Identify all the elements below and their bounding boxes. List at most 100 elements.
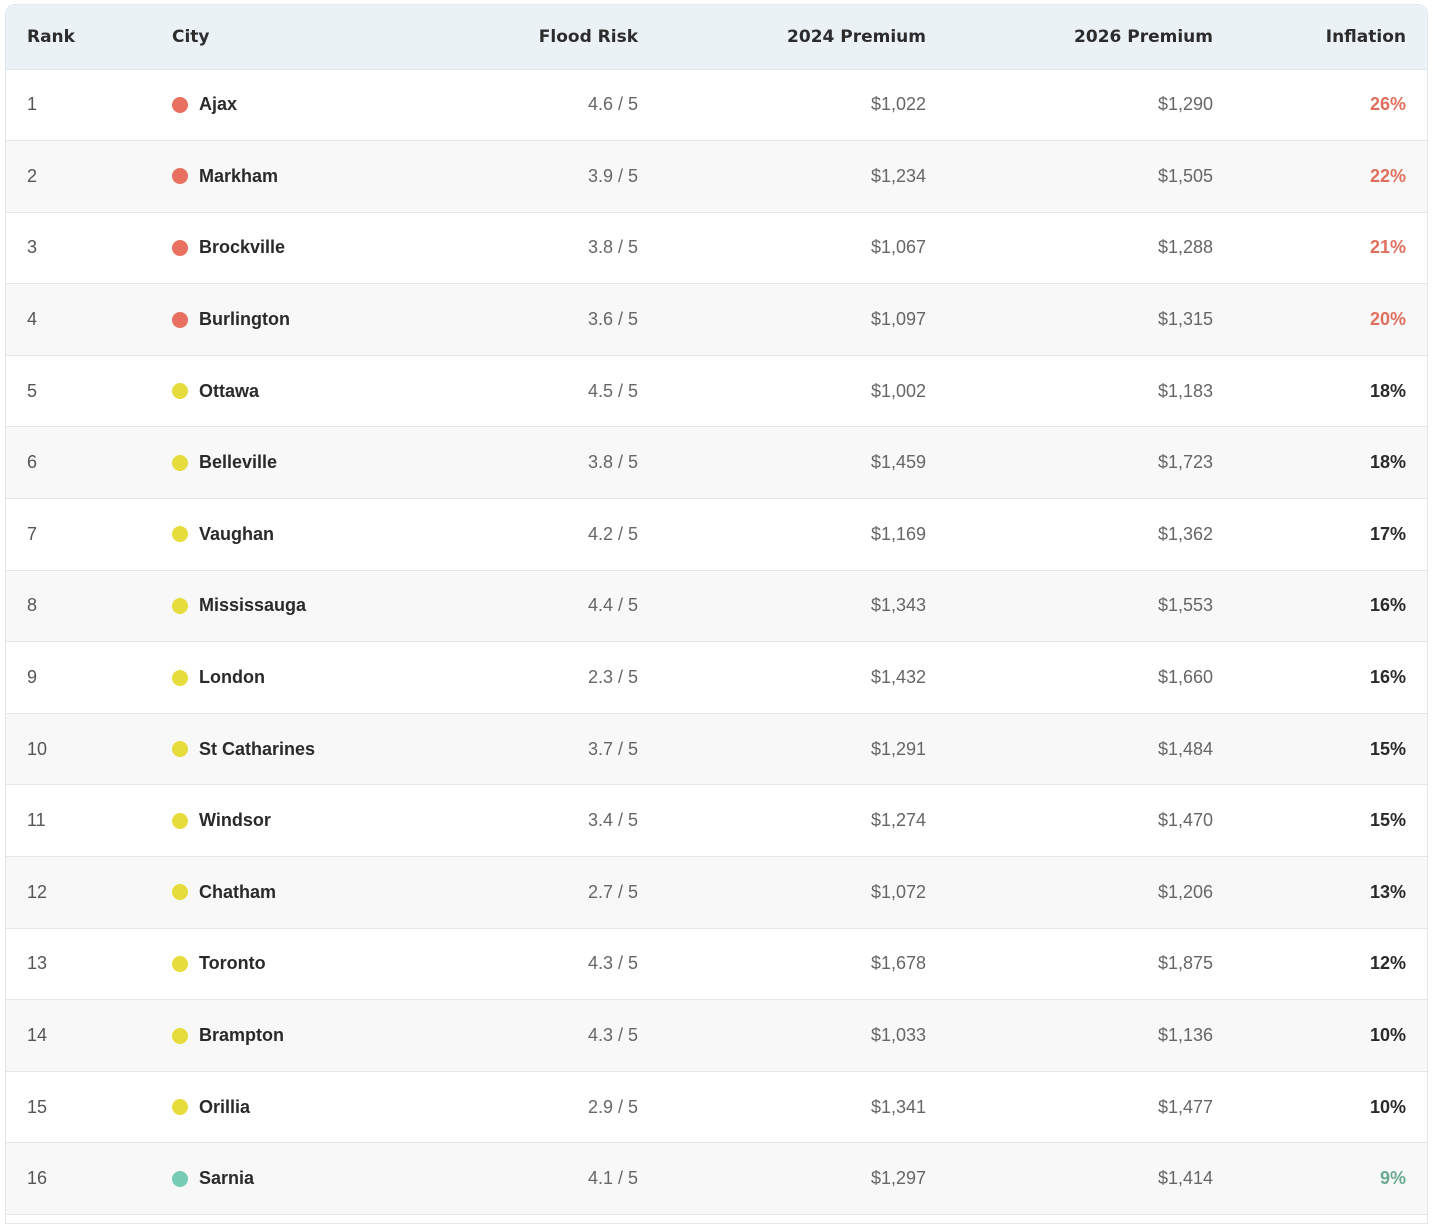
premium-2024-cell: $1,274 (870, 810, 926, 831)
city-cell-content: Mississauga (172, 595, 472, 616)
city-cell-content: Ottawa (172, 381, 472, 402)
table-row: 16 Sarnia 4.1 / 5 $1,297 $1,414 9% (6, 1142, 1427, 1215)
city-cell: Windsor (172, 785, 472, 857)
flood-risk-cell: 4.6 / 5 (587, 94, 638, 115)
city-cell-content: Chatham (172, 882, 472, 903)
premium-2026-cell: $1,875 (1157, 953, 1213, 974)
city-name: Brockville (199, 237, 286, 258)
risk-level-dot-icon (172, 1170, 188, 1187)
rank-cell: 5 (27, 380, 38, 401)
city-name: Mississauga (199, 595, 307, 616)
rank-cell: 16 (27, 1168, 48, 1189)
rank-cell: 2 (27, 165, 38, 186)
premium-2026-cell: $1,553 (1157, 595, 1213, 616)
premium-2026-cell: $1,183 (1157, 380, 1213, 401)
flood-risk-cell: 3.8 / 5 (587, 237, 638, 258)
flood-risk-cell: 4.3 / 5 (587, 1025, 638, 1046)
table-header: Rank City Flood Risk 2024 Premium 2026 P… (6, 5, 1427, 70)
risk-level-dot-icon (172, 955, 188, 972)
flood-risk-cell: 4.4 / 5 (587, 595, 638, 616)
premium-2024-cell: $1,033 (870, 1025, 926, 1046)
risk-level-dot-icon (172, 812, 188, 829)
flood-risk-cell: 2.7 / 5 (587, 881, 638, 902)
premium-2024-cell: $1,072 (870, 881, 926, 902)
inflation-cell: 20% (1369, 309, 1406, 330)
premium-2026-cell: $1,660 (1157, 667, 1213, 688)
premium-2024-cell: $1,343 (870, 595, 926, 616)
header-flood-risk[interactable]: Flood Risk (472, 5, 638, 70)
city-cell: London (172, 642, 472, 714)
header-2024-premium[interactable]: 2024 Premium (638, 5, 926, 70)
premium-2026-cell: $1,136 (1157, 1025, 1213, 1046)
premium-2024-cell: $1,341 (870, 1096, 926, 1117)
premium-2026-cell: $1,505 (1157, 165, 1213, 186)
flood-risk-cell: 3.6 / 5 (587, 309, 638, 330)
premium-2026-cell: $1,414 (1157, 1168, 1213, 1189)
city-cell-content: Brockville (172, 237, 472, 258)
city-name: Brampton (199, 1025, 284, 1046)
premium-2026-cell: $1,206 (1157, 881, 1213, 902)
rank-cell: 12 (27, 881, 48, 902)
city-cell: Sarnia (172, 1143, 472, 1215)
rank-cell: 10 (27, 738, 48, 759)
flood-risk-cell: 4.5 / 5 (587, 380, 638, 401)
city-name: Ottawa (199, 380, 260, 401)
city-cell-content: Belleville (172, 452, 472, 473)
risk-level-dot-icon (172, 96, 188, 113)
premium-2024-cell: $1,234 (870, 165, 926, 186)
risk-level-dot-icon (172, 526, 188, 543)
inflation-cell: 18% (1369, 452, 1406, 473)
header-2026-premium[interactable]: 2026 Premium (926, 5, 1213, 70)
rank-cell: 11 (27, 810, 46, 831)
rank-cell: 7 (27, 523, 38, 544)
risk-level-dot-icon (172, 884, 188, 901)
inflation-cell: 18% (1369, 380, 1406, 401)
flood-risk-cell: 4.2 / 5 (587, 523, 638, 544)
city-cell: Orillia (172, 1071, 472, 1143)
premium-2024-cell: $1,291 (870, 738, 926, 759)
inflation-cell: 15% (1369, 810, 1406, 831)
inflation-cell: 22% (1369, 165, 1406, 186)
table-row: 5 Ottawa 4.5 / 5 $1,002 $1,183 18% (6, 355, 1427, 427)
city-name: Belleville (199, 452, 278, 473)
inflation-cell: 26% (1369, 94, 1406, 115)
city-cell: Ajax (172, 69, 472, 141)
risk-level-dot-icon (172, 383, 188, 400)
city-cell-content: St Catharines (172, 739, 472, 760)
city-cell-content: Orillia (172, 1097, 472, 1118)
inflation-cell: 16% (1369, 595, 1406, 616)
flood-risk-cell: 2.9 / 5 (587, 1096, 638, 1117)
city-name: Burlington (199, 309, 290, 330)
rank-cell: 1 (27, 94, 38, 115)
risk-level-dot-icon (172, 311, 188, 328)
rank-cell: 14 (27, 1025, 48, 1046)
premium-2024-cell: $1,678 (870, 953, 926, 974)
city-cell-content: London (172, 667, 472, 688)
table-row: 3 Brockville 3.8 / 5 $1,067 $1,288 21% (6, 212, 1427, 284)
table-row: 2 Markham 3.9 / 5 $1,234 $1,505 22% (6, 140, 1427, 213)
city-name: Windsor (199, 810, 271, 831)
city-name: Chatham (199, 881, 277, 902)
table-row: 7 Vaughan 4.2 / 5 $1,169 $1,362 17% (6, 498, 1427, 571)
risk-level-dot-icon (172, 239, 188, 256)
rank-cell: 3 (27, 237, 38, 258)
flood-risk-cell: 4.3 / 5 (587, 953, 638, 974)
header-city[interactable]: City (172, 5, 472, 70)
header-inflation[interactable]: Inflation (1213, 5, 1427, 70)
risk-level-dot-icon (172, 741, 188, 758)
table-row: 8 Mississauga 4.4 / 5 $1,343 $1,553 16% (6, 570, 1427, 642)
premium-2026-cell: $1,484 (1157, 738, 1213, 759)
table-row: 1 Ajax 4.6 / 5 $1,022 $1,290 26% (6, 69, 1427, 141)
city-cell-content: Burlington (172, 309, 472, 330)
premium-2024-cell: $1,097 (870, 309, 926, 330)
header-row: Rank City Flood Risk 2024 Premium 2026 P… (6, 5, 1427, 70)
table-row: 12 Chatham 2.7 / 5 $1,072 $1,206 13% (6, 856, 1427, 929)
header-rank[interactable]: Rank (6, 5, 172, 70)
city-name: Vaughan (199, 523, 275, 544)
city-cell: Chatham (172, 857, 472, 929)
inflation-cell: 15% (1369, 738, 1406, 759)
premium-2024-cell: $1,459 (870, 452, 926, 473)
premium-2026-cell: $1,723 (1157, 452, 1213, 473)
flood-risk-cell: 4.1 / 5 (587, 1168, 638, 1189)
table-row: 15 Orillia 2.9 / 5 $1,341 $1,477 10% (6, 1071, 1427, 1143)
